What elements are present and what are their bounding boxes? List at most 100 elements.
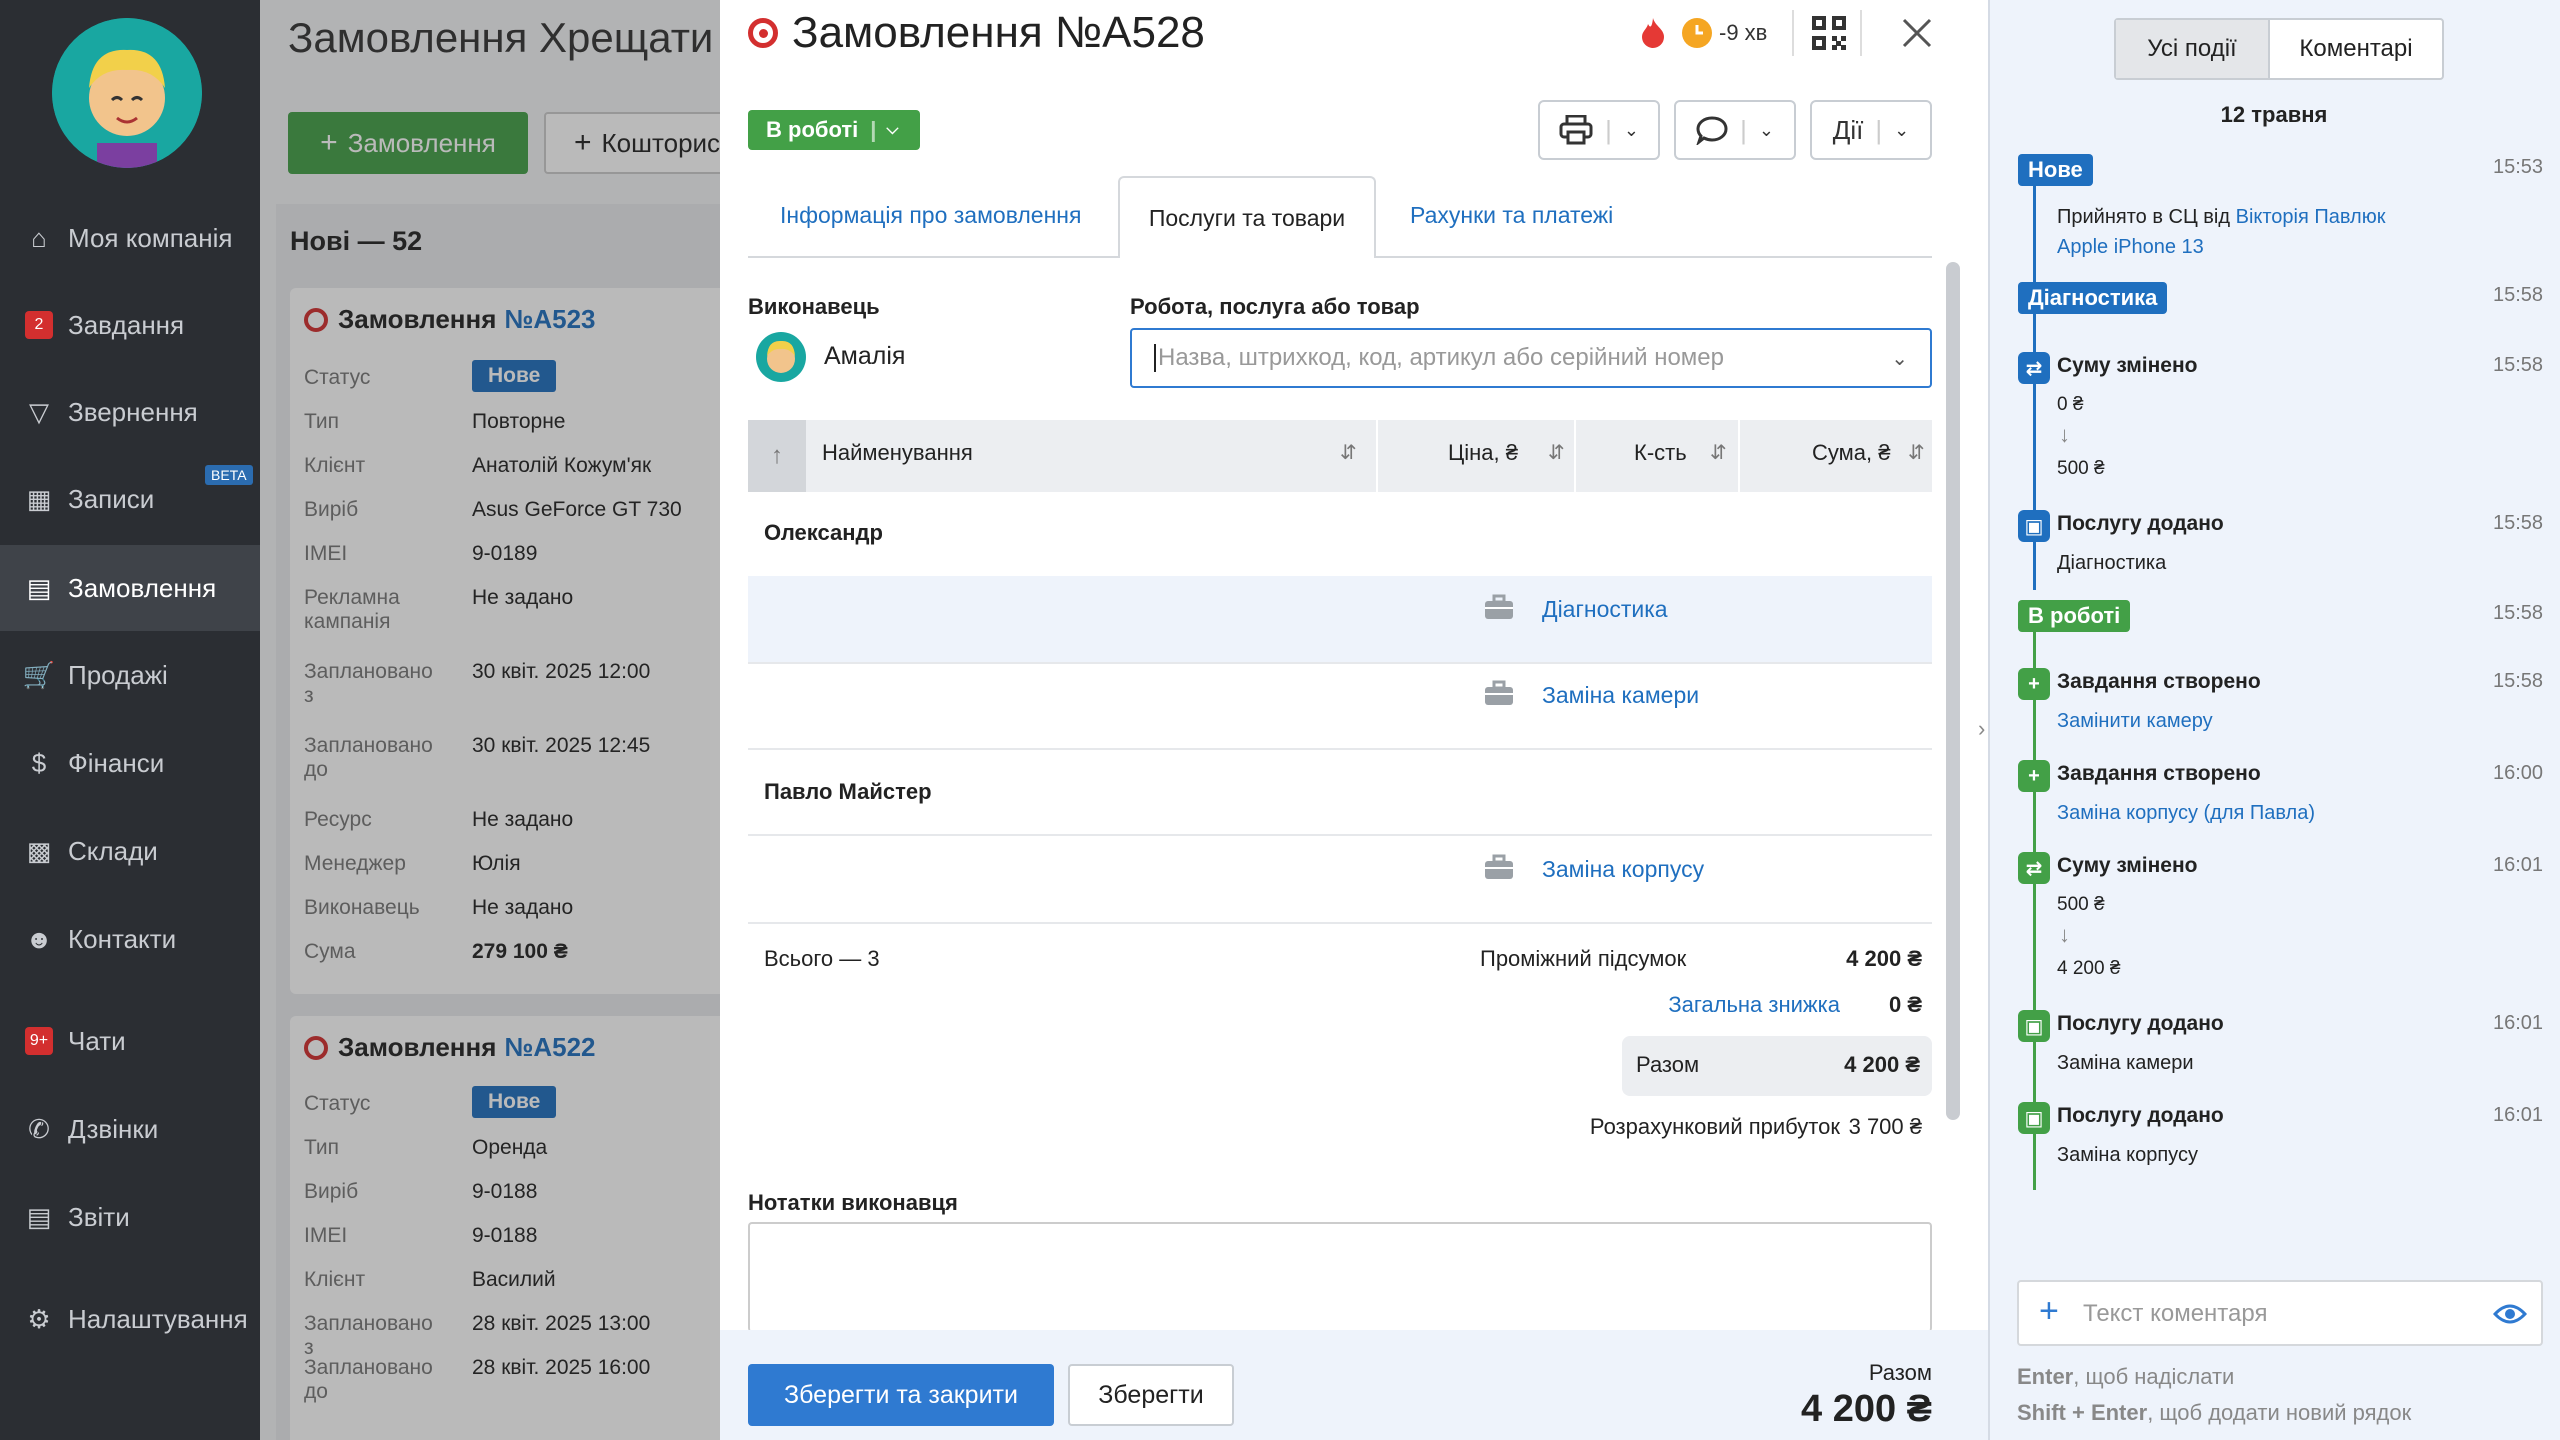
message-button[interactable]: | ⌄ [1674, 100, 1796, 160]
col-sum[interactable]: Сума, ₴ [1812, 440, 1890, 466]
card-field-value: 279 100 ₴ [472, 940, 568, 963]
modal-footer: Зберегти та закрити Зберегти Разом 4 200… [720, 1330, 1988, 1440]
task-link[interactable]: Замінити камеру [2057, 710, 2213, 733]
card-field-label: IMEI [304, 542, 348, 565]
sidebar-item-8[interactable]: ☻ Контакти [0, 896, 260, 982]
event-title: Послугу додано [2057, 1012, 2224, 1035]
tab-order-info[interactable]: Інформація про замовлення [780, 202, 1081, 229]
timer-text: -9 хв [1719, 20, 1768, 45]
profit-label: Розрахунковий прибуток [1589, 1114, 1840, 1139]
item-name-link[interactable]: Заміна камери [1542, 682, 1699, 709]
sidebar-item-7[interactable]: ▩ Склади [0, 808, 260, 894]
settings-icon: ⚙ [27, 1303, 51, 1334]
sidebar-item-0[interactable]: ⌂ Моя компанія [0, 195, 260, 281]
user-avatar[interactable] [52, 18, 202, 168]
user-link[interactable]: Вікторія Павлюк [2236, 206, 2386, 228]
events-tabs: Усі події Коментарі [2114, 18, 2444, 80]
discount-value: 0 ₴ [1888, 992, 1922, 1017]
order-card-title[interactable]: Замовлення №A522 [304, 1032, 596, 1063]
order-card[interactable]: Замовлення №A523 Статус Нове Тип Повторне Клі… [290, 288, 730, 994]
orders-icon: ▤ [26, 572, 52, 603]
save-button[interactable]: Зберегти [1068, 1364, 1234, 1426]
card-field-value[interactable]: Нове [472, 1086, 557, 1118]
device-link[interactable]: Apple iPhone 13 [2057, 236, 2204, 258]
actions-button[interactable]: Дії | ⌄ [1810, 100, 1932, 160]
save-and-close-button[interactable]: Зберегти та закрити [748, 1364, 1054, 1426]
modal-title: Замовлення №A528 [792, 8, 1205, 57]
sidebar-item-label: Чати [68, 1025, 126, 1056]
task-link[interactable]: Заміна корпусу (для Павла) [2057, 802, 2315, 825]
card-field-value: 28 квіт. 2025 16:00 [472, 1356, 651, 1379]
performer-name[interactable]: Амалія [824, 342, 905, 371]
scrollbar-thumb[interactable] [1946, 262, 1960, 1120]
card-field-value: Анатолій Кожум'як [472, 454, 652, 477]
event-status-badge: Нове [2018, 154, 2093, 186]
comment-input[interactable]: + Текст коментаря [2017, 1280, 2543, 1346]
card-field-label: Виріб [304, 498, 359, 521]
sidebar-item-11[interactable]: ▤ Звіти [0, 1174, 260, 1260]
qr-code-icon[interactable] [1812, 16, 1846, 50]
status-dropdown[interactable]: В роботі | ⌵ [748, 110, 920, 150]
funnel-icon: ▽ [29, 396, 49, 427]
tasks-icon: 2 [22, 308, 56, 342]
close-icon[interactable] [1900, 16, 1934, 50]
item-name-link[interactable]: Діагностика [1542, 596, 1668, 623]
nav-badge: 9+ [25, 1027, 53, 1055]
tab-comments[interactable]: Коментарі [2270, 20, 2442, 78]
card-field-value: 30 квіт. 2025 12:00 [472, 660, 651, 683]
sidebar-item-9[interactable]: 9+ Чати [0, 998, 260, 1084]
sidebar-item-2[interactable]: ▽ Звернення [0, 369, 260, 455]
sidebar-item-6[interactable]: $ Фінанси [0, 720, 260, 806]
card-field-label: Виріб [304, 1180, 359, 1203]
card-field-label: Клієнт [304, 1268, 366, 1291]
eye-icon[interactable] [2492, 1300, 2528, 1328]
service-icon: ▣ [2018, 510, 2050, 542]
new-order-button[interactable]: + Замовлення [288, 112, 528, 174]
collapse-chevron-icon[interactable]: › [1978, 716, 1985, 742]
order-card[interactable]: Замовлення №A522 Статус Нове Тип Оренда Виріб… [290, 1016, 730, 1440]
plus-icon[interactable]: + [2039, 1292, 2059, 1331]
plus-task-icon: + [2018, 668, 2050, 700]
order-card-title[interactable]: Замовлення №A523 [304, 304, 596, 335]
tab-all-events[interactable]: Усі події [2116, 20, 2270, 78]
sidebar-item-label: Налаштування [68, 1303, 248, 1334]
tab-invoices-payments[interactable]: Рахунки та платежі [1410, 202, 1613, 229]
item-search-input[interactable]: Назва, штрихкод, код, артикул або серійн… [1130, 328, 1932, 388]
print-button[interactable]: | ⌄ [1538, 100, 1660, 160]
chevron-down-icon: ⌄ [1891, 347, 1908, 370]
col-name[interactable]: Найменування [822, 440, 973, 466]
column-title: Нові — 52 [290, 226, 423, 256]
col-qty[interactable]: К-сть [1634, 440, 1687, 466]
table-row[interactable] [748, 576, 1932, 662]
sidebar-item-4[interactable]: ▤ Замовлення [0, 545, 260, 631]
sidebar-item-10[interactable]: ✆ Дзвінки [0, 1086, 260, 1172]
tab-services-goods[interactable]: Послуги та товари [1118, 176, 1376, 258]
event-time: 15:58 [2493, 354, 2544, 376]
sidebar-item-label: Контакти [68, 923, 177, 954]
sidebar-item-12[interactable]: ⚙ Налаштування [0, 1276, 260, 1362]
sidebar-item-5[interactable]: 🛒 Продажі [0, 632, 260, 718]
estimate-button[interactable]: + Кошторис [544, 112, 744, 174]
briefcase-icon [1484, 854, 1514, 880]
card-field-value: Оренда [472, 1136, 548, 1159]
event-status-badge: В роботі [2018, 600, 2131, 632]
sort-up-icon[interactable]: ↑ [748, 420, 806, 492]
notes-textarea[interactable] [748, 1222, 1932, 1332]
item-name-link[interactable]: Заміна корпусу [1542, 856, 1704, 883]
event-title: Завдання створено [2057, 670, 2261, 693]
sort-icon[interactable]: ⇵ [1340, 440, 1357, 465]
sort-icon[interactable]: ⇵ [1548, 440, 1565, 465]
printer-icon [1559, 115, 1593, 145]
card-field-value: Юлія [472, 852, 521, 875]
sidebar-item-1[interactable]: 2 Завдання [0, 282, 260, 368]
sidebar-item-label: Склади [68, 835, 158, 866]
card-field-value[interactable]: Нове [472, 360, 557, 392]
col-price[interactable]: Ціна, ₴ [1448, 440, 1518, 466]
card-field-label: Тип [304, 410, 340, 433]
card-field-value: Повторне [472, 410, 566, 433]
card-field-value: 9-0188 [472, 1224, 538, 1247]
discount-link[interactable]: Загальна знижка [1520, 992, 1840, 1018]
sidebar-item-label: Записи [68, 483, 155, 514]
sort-icon[interactable]: ⇵ [1908, 440, 1925, 465]
sort-icon[interactable]: ⇵ [1710, 440, 1727, 465]
